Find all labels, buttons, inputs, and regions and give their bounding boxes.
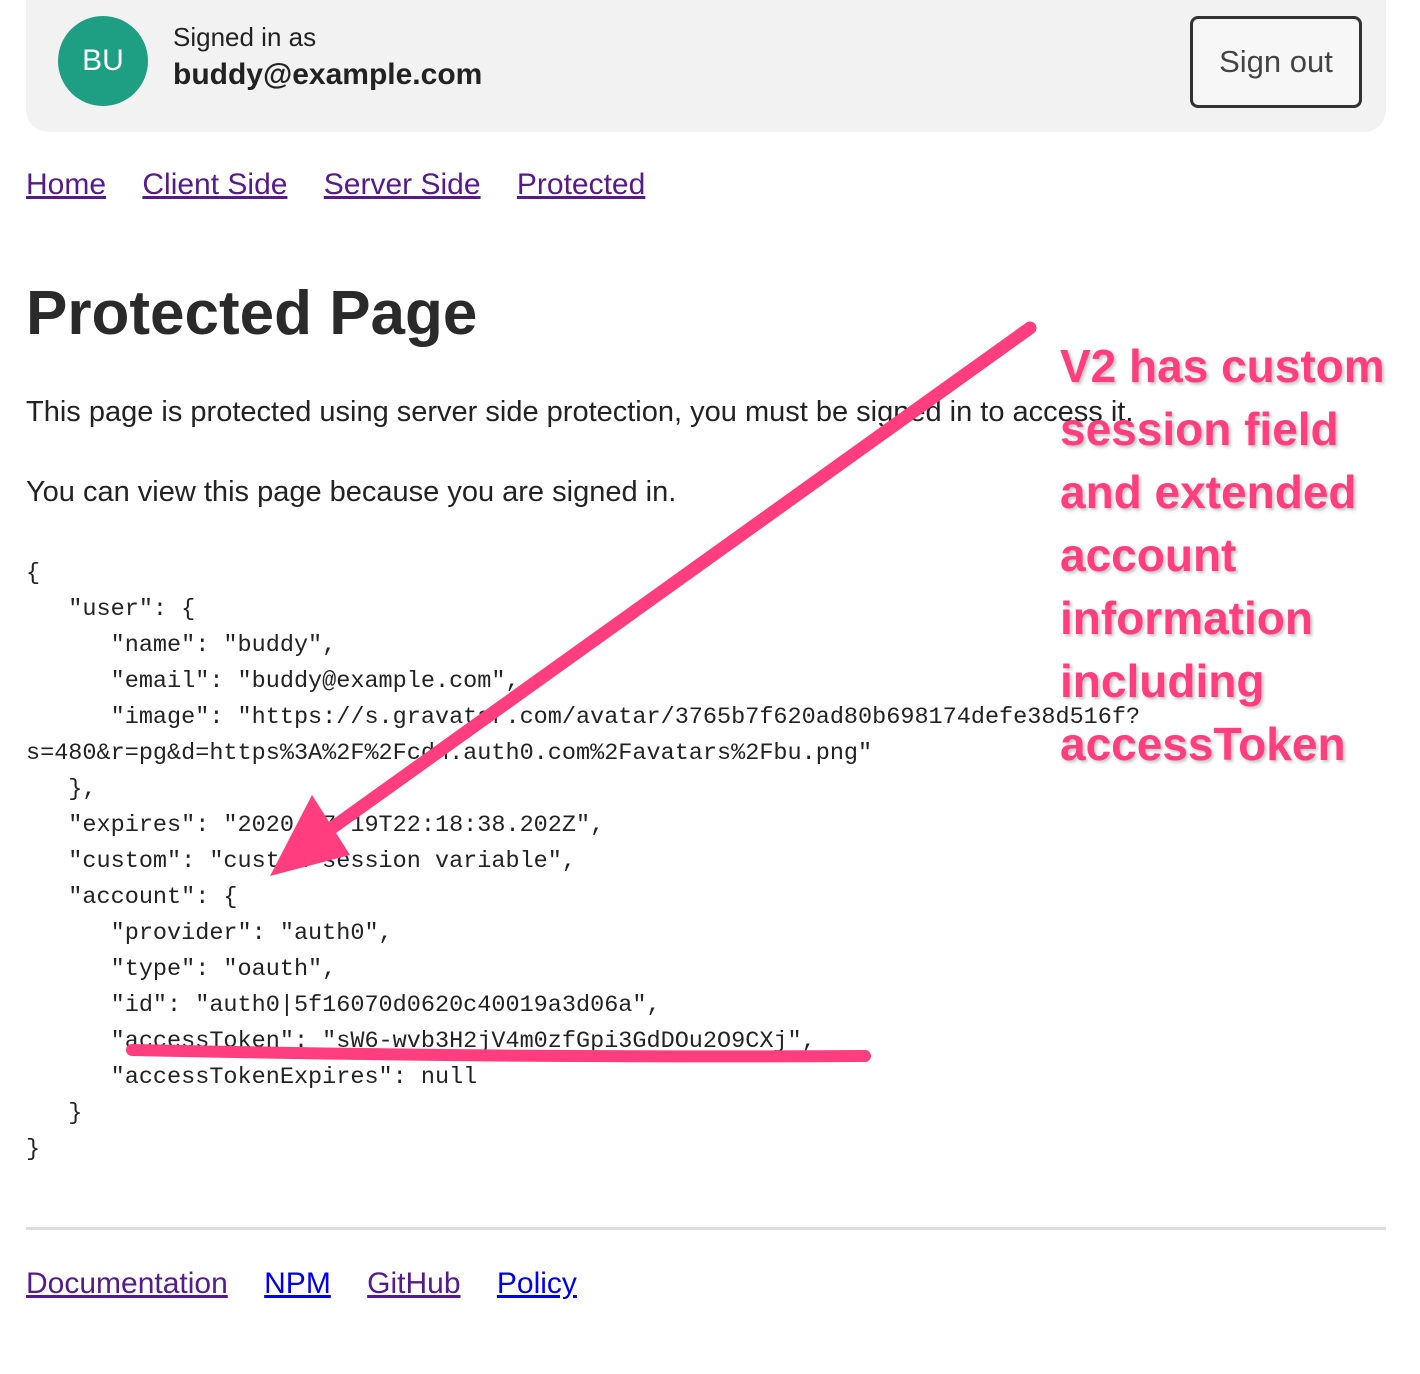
session-json: { "user": { "name": "buddy", "email": "b… <box>26 560 1141 1163</box>
nav-link-server-side[interactable]: Server Side <box>324 168 481 201</box>
page-title: Protected Page <box>26 279 478 348</box>
footer-link-github[interactable]: GitHub <box>367 1267 460 1300</box>
nav-link-client-side[interactable]: Client Side <box>142 168 287 201</box>
nav-link-protected[interactable]: Protected <box>517 168 645 201</box>
main-nav: Home Client Side Server Side Protected <box>26 168 673 202</box>
protection-description: This page is protected using server side… <box>26 396 1134 428</box>
signed-in-label: Signed in as <box>173 22 317 52</box>
avatar: BU <box>58 16 148 106</box>
footer-link-policy[interactable]: Policy <box>497 1267 577 1300</box>
sign-out-button[interactable]: Sign out <box>1190 16 1362 108</box>
signed-in-email: buddy@example.com <box>173 58 483 91</box>
footer-link-npm[interactable]: NPM <box>264 1267 331 1300</box>
footer-link-documentation[interactable]: Documentation <box>26 1267 228 1300</box>
footer-links: Documentation NPM GitHub Policy <box>26 1267 605 1301</box>
footer-divider <box>26 1227 1386 1230</box>
signed-in-message: You can view this page because you are s… <box>26 476 677 508</box>
nav-link-home[interactable]: Home <box>26 168 106 201</box>
annotation-note: V2 has custom session field and extended… <box>1060 340 1385 770</box>
